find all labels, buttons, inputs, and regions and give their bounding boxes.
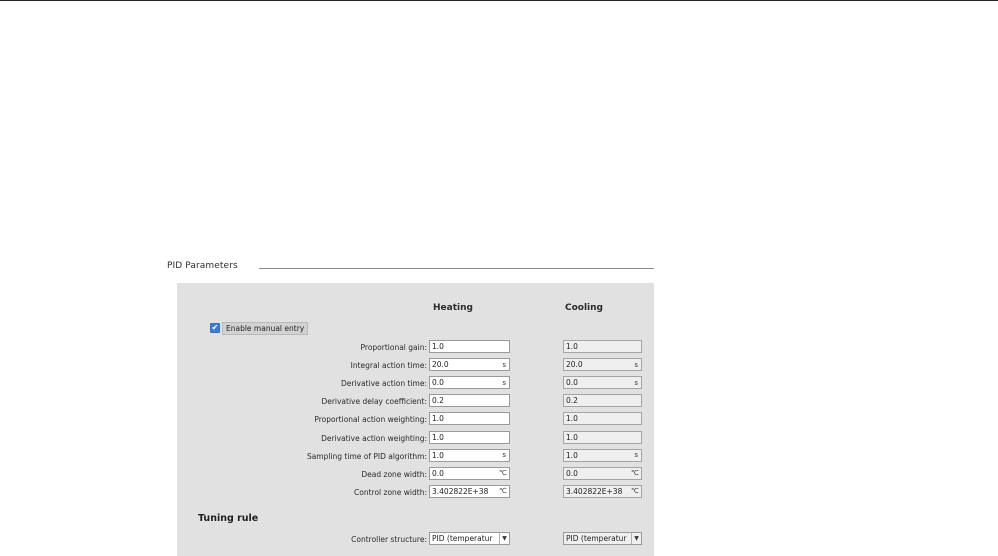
heating-value-field[interactable]: 0.0 s <box>429 376 510 390</box>
heating-value-field[interactable]: 1.0 <box>429 430 510 444</box>
heating-value: 3.402822E+38 <box>432 486 489 496</box>
heating-value: 1.0 <box>432 342 444 351</box>
controller-structure-cooling-select[interactable]: PID (temperatur ▼ <box>563 532 642 545</box>
parameter-row: Derivative delay coefficient: 0.2 0.2 <box>177 394 654 410</box>
parameter-label: Derivative action time: <box>341 379 427 389</box>
heating-value: 20.0 <box>432 360 449 370</box>
top-divider <box>0 0 998 1</box>
heating-value: 0.2 <box>432 396 444 406</box>
cooling-unit: s <box>634 360 638 369</box>
section-title: PID Parameters <box>167 261 238 271</box>
cooling-value: 0.2 <box>566 396 578 406</box>
parameter-label: Control zone width: <box>354 487 427 497</box>
checkbox-box[interactable]: ✔ <box>210 323 220 333</box>
cooling-value: 1.0 <box>566 414 578 424</box>
heating-unit: ℃ <box>499 487 507 496</box>
parameter-row: Proportional gain: 1.0 1.0 <box>177 340 654 356</box>
heating-value: 1.0 <box>432 450 444 460</box>
heating-value-field[interactable]: 0.2 <box>429 394 510 408</box>
pid-parameters-panel: Heating Cooling ✔ Enable manual entry Pr… <box>177 283 654 556</box>
cooling-value-field[interactable]: 1.0 <box>563 412 642 426</box>
heating-value: 1.0 <box>432 432 444 442</box>
chevron-down-icon[interactable]: ▼ <box>631 533 641 544</box>
checkmark-icon: ✔ <box>211 323 219 332</box>
controller-structure-label: Controller structure: <box>351 535 427 544</box>
chevron-down-icon[interactable]: ▼ <box>499 533 509 544</box>
controller-structure-heating-select[interactable]: PID (temperatur ▼ <box>429 532 510 545</box>
parameter-row: Derivative action time: 0.0 s 0.0 s <box>177 376 654 392</box>
cooling-value: 3.402822E+38 <box>566 486 623 496</box>
parameter-row: Dead zone width: 0.0 ℃ 0.0 ℃ <box>177 466 654 483</box>
cooling-value-field[interactable]: 20.0 s <box>563 358 642 372</box>
parameter-row: Derivative action weighting: 1.0 1.0 <box>177 430 654 447</box>
cooling-value-field[interactable]: 0.2 <box>563 394 642 408</box>
cooling-value: 1.0 <box>566 432 578 442</box>
cooling-value-field[interactable]: 3.402822E+38 ℃ <box>563 484 642 498</box>
parameter-label: Sampling time of PID algorithm: <box>306 451 427 461</box>
heating-unit: s <box>502 451 506 460</box>
cooling-value-field[interactable]: 0.0 s <box>563 376 642 390</box>
parameter-label: Integral action time: <box>350 361 427 371</box>
heating-value: 0.0 <box>432 468 444 478</box>
heating-unit: s <box>502 378 506 387</box>
heating-value-field[interactable]: 1.0 <box>429 340 510 353</box>
cooling-value-field[interactable]: 1.0 <box>563 430 642 444</box>
cooling-value-field[interactable]: 0.0 ℃ <box>563 466 642 480</box>
parameter-label: Derivative action weighting: <box>321 433 427 443</box>
heating-value-field[interactable]: 1.0 s <box>429 448 510 462</box>
controller-structure-heating-value: PID (temperatur <box>432 534 493 543</box>
heating-value-field[interactable]: 0.0 ℃ <box>429 466 510 480</box>
cooling-unit: ℃ <box>631 487 639 496</box>
parameter-label: Proportional gain: <box>360 343 427 352</box>
cooling-unit: s <box>634 378 638 387</box>
parameter-row: Integral action time: 20.0 s 20.0 s <box>177 358 654 374</box>
cooling-value: 0.0 <box>566 468 578 478</box>
cooling-value: 1.0 <box>566 342 578 351</box>
heating-value: 1.0 <box>432 414 444 424</box>
cooling-value: 20.0 <box>566 360 583 370</box>
cooling-value: 0.0 <box>566 378 578 388</box>
parameter-label: Derivative delay coefficient: <box>321 397 427 407</box>
tuning-rule-title: Tuning rule <box>198 513 259 524</box>
cooling-value: 1.0 <box>566 450 578 460</box>
column-header-cooling: Cooling <box>565 303 603 313</box>
column-header-heating: Heating <box>433 303 473 313</box>
cooling-value-field[interactable]: 1.0 s <box>563 448 642 462</box>
heating-value-field[interactable]: 3.402822E+38 ℃ <box>429 484 510 498</box>
cooling-unit: s <box>634 451 638 460</box>
parameter-row: Proportional action weighting: 1.0 1.0 <box>177 412 654 428</box>
parameter-label: Proportional action weighting: <box>314 415 427 425</box>
controller-structure-cooling-value: PID (temperatur <box>566 534 627 543</box>
heating-unit: ℃ <box>499 469 507 478</box>
section-header: PID Parameters <box>165 255 654 283</box>
section-divider <box>259 268 654 269</box>
heating-value: 0.0 <box>432 378 444 388</box>
cooling-value-field[interactable]: 1.0 <box>563 340 642 353</box>
parameter-row: Control zone width: 3.402822E+38 ℃ 3.402822… <box>177 484 654 501</box>
heating-value-field[interactable]: 20.0 s <box>429 358 510 372</box>
cooling-unit: ℃ <box>631 469 639 478</box>
heating-value-field[interactable]: 1.0 <box>429 412 510 426</box>
heating-unit: s <box>502 360 506 369</box>
enable-manual-entry-label: Enable manual entry <box>222 321 309 335</box>
parameter-row: Sampling time of PID algorithm: 1.0 s 1.0 s <box>177 448 654 465</box>
enable-manual-entry-checkbox[interactable]: ✔ Enable manual entry <box>210 321 309 335</box>
parameter-label: Dead zone width: <box>361 469 427 479</box>
